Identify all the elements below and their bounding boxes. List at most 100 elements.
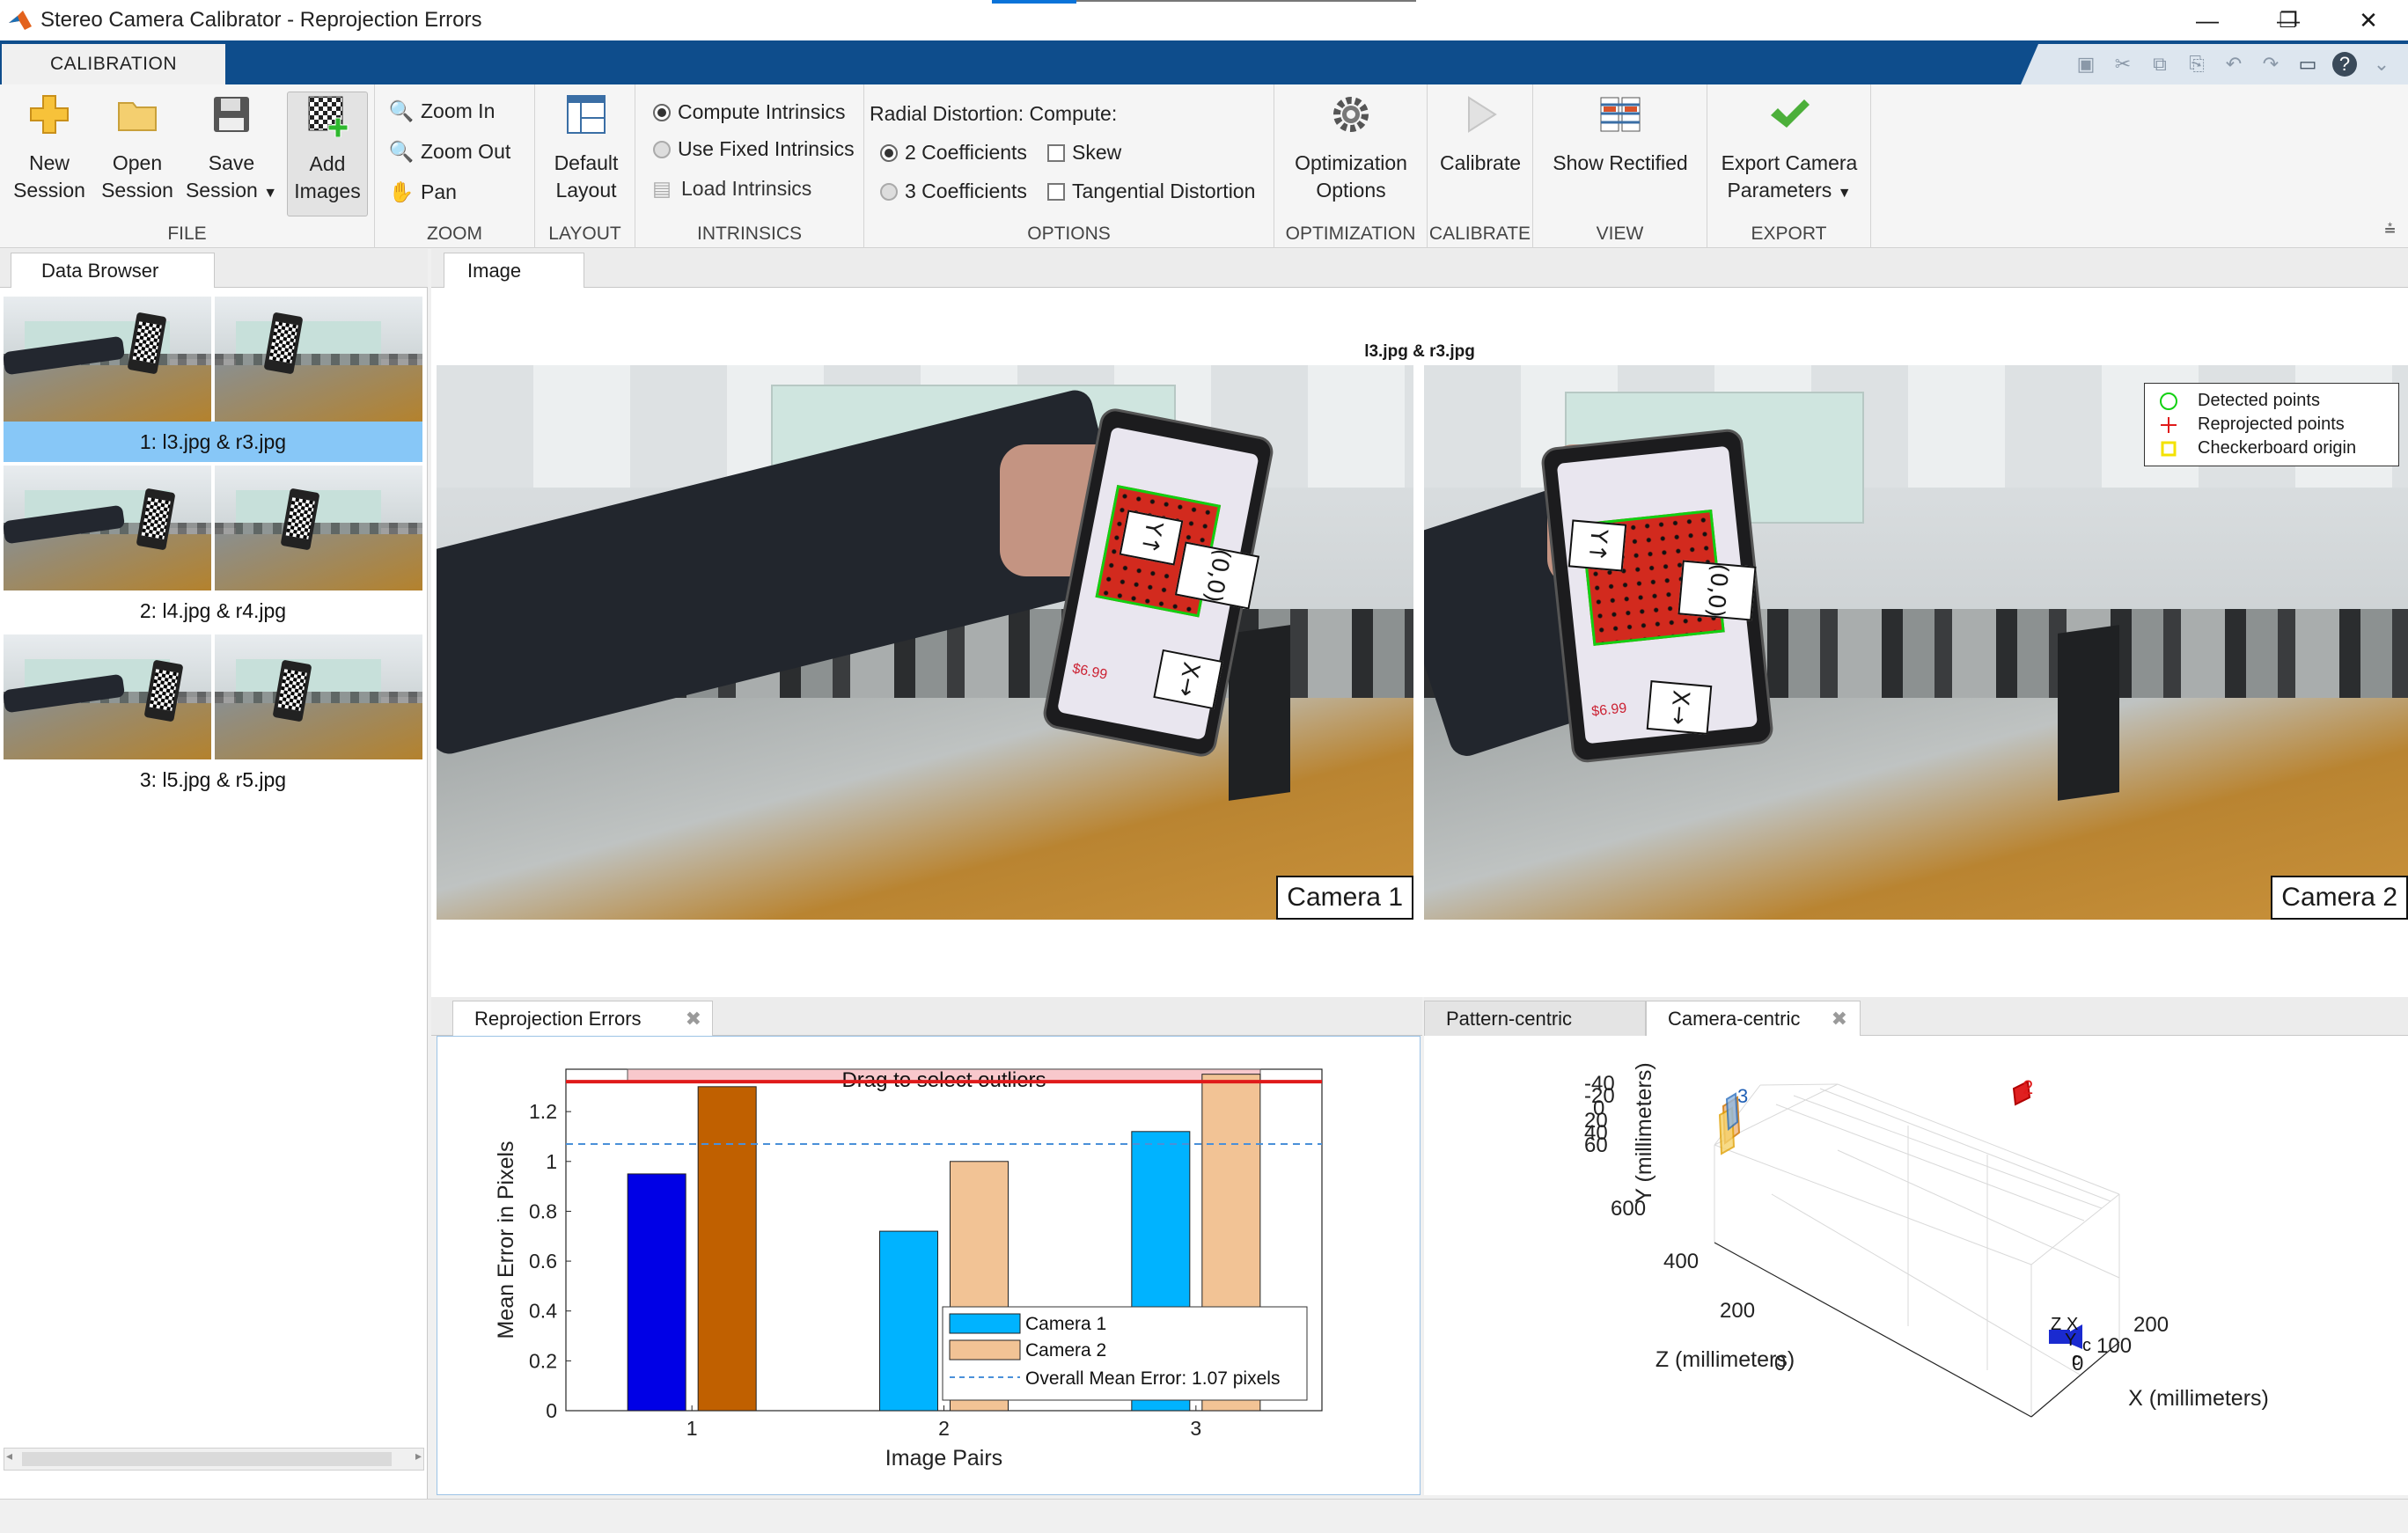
scroll-right-icon[interactable]: ▸ [415,1449,422,1463]
y-tick-label: 0 [546,1399,557,1422]
export-group-label: EXPORT [1751,224,1827,244]
dropdown-arrow-icon: ▼ [1837,186,1852,201]
camera1-image[interactable]: $6.99 Y↑ (0,0) X→ Camera 1 [437,365,1413,920]
bar-2-pair-1[interactable] [697,1086,757,1412]
tab-pattern-centric[interactable]: Pattern-centric [1424,1001,1646,1036]
tangential-distortion-checkbox[interactable]: Tangential Distortion [1047,180,1255,203]
show-rectified-button[interactable]: Show Rectified [1538,92,1702,177]
view-group: Show Rectified VIEW [1533,84,1707,248]
redo-icon[interactable]: ↷ [2258,52,2283,77]
collapse-toolstrip-icon[interactable]: ⩮ [2384,217,2396,240]
optimization-options-label-1: Optimization [1295,151,1407,174]
list-item[interactable]: 3: l5.jpg & r5.jpg [4,634,422,800]
switch-windows-icon[interactable]: ▭ [2295,52,2320,77]
camera-axis-label: Z [2051,1315,2061,1334]
view-group-label: VIEW [1596,224,1644,244]
data-browser-panel: Data Browser 1: l3.jpg & r3.jpg 2: l4.jp… [0,249,428,1499]
default-layout-button[interactable]: Default Layout [546,92,627,204]
calibrate-label: Calibrate [1439,151,1522,174]
list-item[interactable]: 2: l4.jpg & r4.jpg [4,466,422,631]
pattern-origin-label: (0,0) [1678,560,1757,621]
default-layout-label-1: Default [554,151,619,174]
folder-icon [114,92,160,137]
options-group-label: OPTIONS [1027,224,1111,244]
z-tick: 200 [1720,1299,1755,1323]
radio-selected-icon [880,143,898,162]
pan-button[interactable]: ✋ Pan [389,180,457,204]
z-axis-label: Z (millimeters) [1656,1347,1795,1372]
data-browser-tab[interactable]: Data Browser [11,253,215,288]
zoom-in-icon: 🔍 [388,99,415,122]
layout-group: Default Layout LAYOUT [535,84,635,248]
bar-1-pair-2[interactable] [879,1230,938,1412]
cut-icon[interactable]: ✂ [2111,52,2135,77]
legend-reprojected-label: Reprojected points [2198,414,2345,434]
help-icon[interactable]: ? [2332,52,2357,77]
scroll-left-icon[interactable]: ◂ [6,1449,12,1463]
data-browser-header: Data Browser [0,249,428,288]
collapse-ribbon-icon[interactable]: ⌄ [2369,52,2394,77]
rectified-images-icon [1597,92,1643,137]
add-images-button[interactable]: Add Images [287,92,368,216]
chart-legend: Camera 1 Camera 2 Overall Mean Error: 1.… [942,1306,1308,1401]
paste-icon[interactable]: ⎘ [2184,52,2209,77]
camera1-label: Camera 1 [1276,876,1413,920]
y-tick-label: 1.2 [529,1100,557,1123]
tab-camera-centric-label: Camera-centric [1668,1007,1801,1030]
bar-1-pair-1[interactable] [627,1173,686,1412]
radio-selected-icon [653,103,671,121]
load-intrinsics-label: Load Intrinsics [681,176,812,200]
list-item[interactable]: 1: l3.jpg & r3.jpg [4,297,422,462]
skew-checkbox[interactable]: Skew [1047,141,1121,165]
horizontal-scrollbar[interactable]: ◂ ▸ [4,1448,424,1471]
tab-image[interactable]: Image [444,253,584,288]
checkmark-icon [1766,92,1812,137]
z-tick: 400 [1663,1250,1699,1273]
open-session-button[interactable]: Open Session [97,92,178,204]
floppy-disk-icon [209,92,254,137]
legend-origin-label: Checkerboard origin [2198,438,2357,458]
optimization-options-label-2: Options [1316,179,1386,202]
tab-reprojection-errors[interactable]: Reprojection Errors ✖ [452,1001,713,1036]
calibrate-button[interactable]: Calibrate [1435,92,1526,177]
compute-intrinsics-radio[interactable]: Compute Intrinsics [653,100,845,124]
undo-icon[interactable]: ↶ [2221,52,2246,77]
load-intrinsics-button[interactable]: ▤ Load Intrinsics [650,176,811,201]
show-rectified-label: Show Rectified [1553,151,1688,174]
extrinsics-3d-plot[interactable]: -40 -20 0 20 40 60 600 400 200 0 0 100 2… [1424,1036,2408,1495]
save-session-button[interactable]: Save Session ▼ [183,92,280,207]
new-session-label-1: New [28,151,70,174]
close-tab-icon[interactable]: ✖ [1832,1008,1847,1031]
camera2-image[interactable]: $6.99 Y↑ (0,0) X→ Detected points Reproj… [1424,365,2408,920]
copy-icon[interactable]: ⧉ [2147,52,2172,77]
new-plus-icon [26,92,72,137]
zoom-out-button[interactable]: 🔍 Zoom Out [389,139,511,164]
toolstrip: New Session Open Session Save Session ▼ [0,84,2408,248]
new-session-label-2: Session [13,179,85,202]
three-coefficients-radio[interactable]: 3 Coefficients [880,180,1027,203]
compute-intrinsics-label: Compute Intrinsics [678,100,846,123]
two-coefficients-radio[interactable]: 2 Coefficients [880,141,1027,165]
close-button[interactable]: ✕ [2329,0,2408,40]
maximize-button[interactable]: ❐ [2248,0,2329,40]
use-fixed-intrinsics-radio[interactable]: Use Fixed Intrinsics [653,137,855,161]
title-bar: Stereo Camera Calibrator - Reprojection … [0,0,2408,40]
save-session-label-1: Save [208,151,255,174]
tab-camera-centric[interactable]: Camera-centric ✖ [1646,1001,1861,1036]
export-camera-parameters-button[interactable]: Export Camera Parameters ▼ [1714,92,1864,207]
new-session-button[interactable]: New Session [9,92,90,204]
use-fixed-intrinsics-label: Use Fixed Intrinsics [678,137,855,160]
scrollbar-thumb[interactable] [22,1452,392,1466]
matlab-logo-icon [9,11,32,30]
minimize-button-2[interactable]: — [2167,0,2248,40]
extrinsics-3d-axes[interactable]: -40 -20 0 20 40 60 600 400 200 0 0 100 2… [1424,1036,2408,1495]
close-tab-icon[interactable]: ✖ [686,1008,701,1031]
zoom-in-button[interactable]: 🔍 Zoom In [388,99,496,123]
right-thumbnail [215,297,422,422]
reprojection-bar-chart[interactable]: Drag to select outliers 00.20.40.60.811.… [437,1037,1420,1494]
tab-calibration[interactable]: CALIBRATION [2,44,225,84]
optimization-options-button[interactable]: Optimization Options [1278,92,1424,204]
zoom-out-label: Zoom Out [421,139,511,163]
pan-label: Pan [421,180,457,203]
save-icon[interactable]: ▣ [2074,52,2098,77]
